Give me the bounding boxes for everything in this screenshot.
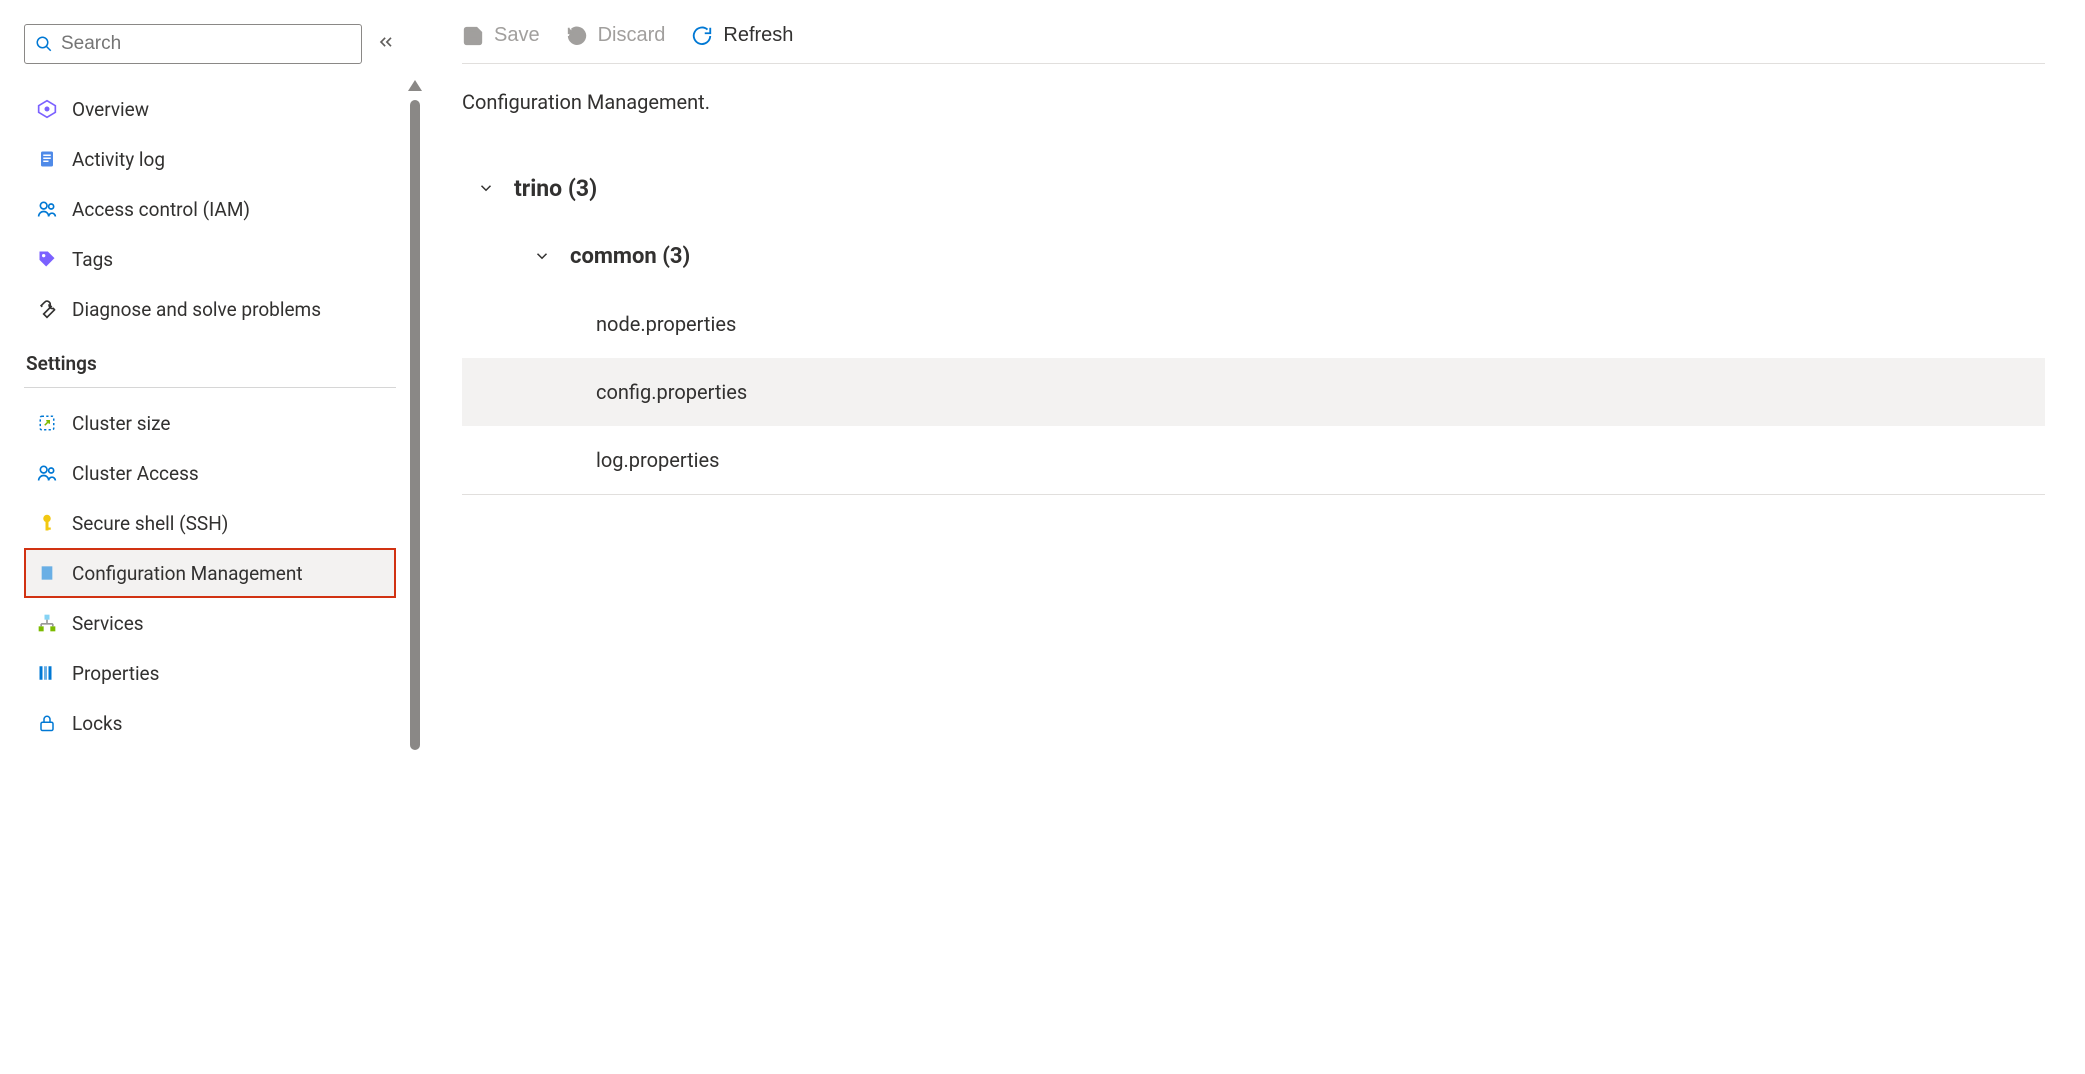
sidebar-item-diagnose[interactable]: Diagnose and solve problems [24,284,396,334]
sidebar-item-label: Cluster Access [72,462,199,485]
sidebar-item-label: Cluster size [72,412,171,435]
chevron-double-left-icon [376,32,396,52]
sidebar-item-label: Secure shell (SSH) [72,512,228,535]
discard-button[interactable]: Discard [566,24,666,47]
tree-group-common[interactable]: common (3) [462,222,2045,290]
search-box[interactable] [24,24,362,64]
tree-item-label: node.properties [596,312,736,336]
toolbar: Save Discard Refresh [462,24,2045,64]
save-icon [462,25,484,47]
sidebar-item-label: Locks [72,712,122,735]
nav-list: Overview Activity log Access control (IA… [24,84,396,334]
save-button[interactable]: Save [462,24,540,47]
sidebar-scrollbar[interactable] [408,0,422,1074]
settings-section-header: Settings [24,352,396,381]
sidebar-item-locks[interactable]: Locks [24,698,396,748]
sidebar-item-activity-log[interactable]: Activity log [24,134,396,184]
key-icon [36,513,58,533]
tree-group-trino[interactable]: trino (3) [462,154,2045,222]
sidebar-item-label: Tags [72,248,113,271]
sidebar-item-services[interactable]: Services [24,598,396,648]
sidebar-item-properties[interactable]: Properties [24,648,396,698]
wrench-icon [36,299,58,319]
lock-icon [36,713,58,733]
page-description: Configuration Management. [462,90,2045,114]
divider [24,387,396,388]
sidebar-item-configuration-management[interactable]: Configuration Management [24,548,396,598]
tag-icon [36,249,58,269]
chevron-down-icon [476,179,496,197]
sidebar-item-label: Diagnose and solve problems [72,298,321,321]
sidebar-item-label: Access control (IAM) [72,198,250,221]
toolbar-label: Discard [598,24,666,47]
sidebar-item-cluster-access[interactable]: Cluster Access [24,448,396,498]
sidebar-item-label: Configuration Management [72,562,303,585]
config-tree: trino (3) common (3) node.properties con… [462,154,2045,495]
chevron-down-icon [532,247,552,265]
tree-item-config-properties[interactable]: config.properties [462,358,2045,426]
main-content: Save Discard Refresh Configuration Manag… [422,0,2085,1074]
search-icon [35,35,53,53]
users-icon [36,463,58,483]
sidebar-item-overview[interactable]: Overview [24,84,396,134]
sidebar-item-tags[interactable]: Tags [24,234,396,284]
sidebar-item-secure-shell[interactable]: Secure shell (SSH) [24,498,396,548]
search-input[interactable] [61,33,351,55]
divider [462,494,2045,495]
services-icon [36,613,58,633]
tree-group-label: common (3) [570,244,690,269]
search-row [24,24,396,64]
tree-item-node-properties[interactable]: node.properties [462,290,2045,358]
tree-item-label: log.properties [596,448,719,472]
sidebar-item-label: Services [72,612,144,635]
sidebar-item-label: Properties [72,662,159,685]
config-doc-icon [36,563,58,583]
sidebar-item-access-control[interactable]: Access control (IAM) [24,184,396,234]
tree-item-label: config.properties [596,380,747,404]
sidebar-item-label: Overview [72,98,149,121]
properties-icon [36,663,58,683]
toolbar-label: Refresh [723,24,793,47]
undo-icon [566,25,588,47]
toolbar-label: Save [494,24,540,47]
sidebar-collapse-button[interactable] [376,32,396,57]
sidebar-item-label: Activity log [72,148,165,171]
overview-icon [36,99,58,119]
expand-icon [36,414,58,432]
refresh-icon [691,25,713,47]
tree-group-label: trino (3) [514,175,597,202]
users-icon [36,199,58,219]
sidebar: Overview Activity log Access control (IA… [0,0,408,1074]
scrollbar-thumb[interactable] [410,100,420,750]
refresh-button[interactable]: Refresh [691,24,793,47]
activity-log-icon [36,149,58,169]
scroll-up-arrow-icon [408,80,422,91]
tree-item-log-properties[interactable]: log.properties [462,426,2045,494]
sidebar-item-cluster-size[interactable]: Cluster size [24,398,396,448]
settings-list: Cluster size Cluster Access Secure shell… [24,398,396,748]
